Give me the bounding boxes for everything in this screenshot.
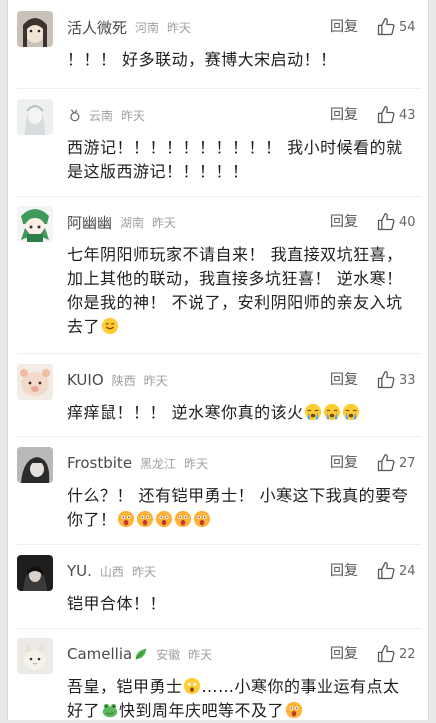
username[interactable]: Camellia — [67, 645, 132, 663]
comment-text: 西游记！！！！！！！！！！ 我小时候看的就 是这版西游记！！！！！ — [67, 138, 403, 181]
time-label: 昨天 — [152, 215, 177, 230]
location-label: 河南 — [135, 20, 160, 35]
thumbs-up-icon — [377, 18, 395, 36]
divider — [17, 544, 421, 545]
comment-text: 铠甲合体！！ — [67, 594, 167, 613]
comment-text: 吾皇，铠甲勇士 ……小寒你的事业运有点太 好了 快到周年庆吧等不及了 — [67, 677, 400, 720]
reply-button[interactable]: 回复 — [330, 104, 358, 126]
crying-emoji — [342, 403, 360, 421]
like-count: 54 — [399, 19, 416, 35]
comment-text: 什么？！ 还有铠甲勇士！ 小寒这下我真的要夸 你了！ — [67, 486, 409, 529]
divider — [17, 436, 421, 437]
thumbs-up-icon — [377, 106, 395, 124]
leaf-icon — [135, 648, 147, 660]
divider — [17, 628, 421, 629]
avatar[interactable] — [17, 99, 53, 135]
like-button[interactable]: 22 — [376, 642, 416, 666]
reply-button[interactable]: 回复 — [330, 560, 358, 582]
thumbs-up-icon — [377, 562, 395, 580]
avatar[interactable] — [17, 638, 53, 674]
like-count: 33 — [399, 372, 416, 388]
divider — [17, 196, 421, 197]
username[interactable]: 活人微死 — [67, 17, 127, 38]
avatar[interactable] — [17, 555, 53, 591]
shocked-emoji — [117, 510, 135, 528]
like-button[interactable]: 33 — [376, 368, 416, 392]
shocked-emoji — [155, 510, 173, 528]
avatar[interactable] — [17, 11, 53, 47]
reply-button[interactable]: 回复 — [330, 643, 358, 665]
avatar[interactable] — [17, 206, 53, 242]
divider — [17, 88, 421, 89]
thumbs-up-icon — [377, 645, 395, 663]
shocked-emoji — [183, 677, 201, 695]
like-count: 24 — [399, 563, 416, 579]
like-count: 27 — [399, 455, 416, 471]
time-label: 昨天 — [188, 647, 213, 662]
thumbs-up-icon — [377, 454, 395, 472]
username[interactable]: YU. — [67, 562, 92, 580]
shocked-emoji — [193, 510, 211, 528]
comment-list: 活人微死 河南 昨天 回复 54 ！！！ 好多联动，赛博大宋启动！！ 云南 昨天… — [7, 0, 429, 720]
crying-emoji — [323, 403, 341, 421]
comment-text: ！！！ 好多联动，赛博大宋启动！！ — [67, 50, 337, 69]
shocked-emoji — [136, 510, 154, 528]
like-button[interactable]: 40 — [376, 210, 416, 234]
location-label: 安徽 — [156, 647, 181, 662]
username[interactable]: KUIO — [67, 371, 104, 389]
username[interactable]: 阿幽幽 — [67, 212, 112, 233]
avatar[interactable] — [17, 364, 53, 400]
reply-button[interactable]: 回复 — [330, 211, 358, 233]
divider — [17, 353, 421, 354]
shocked-emoji — [285, 701, 302, 719]
smile-emoji — [101, 317, 118, 335]
like-button[interactable]: 54 — [376, 15, 416, 39]
like-button[interactable]: 24 — [376, 559, 416, 583]
avatar[interactable] — [17, 447, 53, 483]
comment-text: 痒痒鼠！！！ 逆水寒你真的该火 — [67, 401, 423, 425]
like-button[interactable]: 43 — [376, 103, 416, 127]
shocked-emoji — [174, 510, 192, 528]
thumbs-up-icon — [377, 371, 395, 389]
reply-button[interactable]: 回复 — [330, 452, 358, 474]
frog-emoji — [102, 703, 117, 718]
like-count: 40 — [399, 214, 416, 230]
reply-button[interactable]: 回复 — [330, 369, 358, 391]
comment-text: 七年阴阳师玩家不请自来！ 我直接双坑狂喜， 加上其他的联动，我直接多坑狂喜！ 逆… — [67, 245, 403, 336]
location-label: 陕西 — [111, 373, 136, 388]
location-label: 云南 — [89, 108, 114, 123]
time-label: 昨天 — [143, 373, 168, 388]
user-badge-icon — [70, 109, 80, 122]
time-label: 昨天 — [184, 456, 209, 471]
thumbs-up-icon — [377, 213, 395, 231]
location-label: 湖南 — [120, 215, 145, 230]
time-label: 昨天 — [121, 108, 146, 123]
username[interactable]: Frostbite — [67, 454, 132, 472]
like-button[interactable]: 27 — [376, 451, 416, 475]
time-label: 昨天 — [167, 20, 192, 35]
location-label: 山西 — [99, 564, 124, 579]
reply-button[interactable]: 回复 — [330, 16, 358, 38]
crying-emoji — [304, 403, 322, 421]
like-count: 43 — [399, 107, 416, 123]
location-label: 黑龙江 — [140, 456, 177, 471]
time-label: 昨天 — [131, 564, 156, 579]
like-count: 22 — [399, 646, 416, 662]
